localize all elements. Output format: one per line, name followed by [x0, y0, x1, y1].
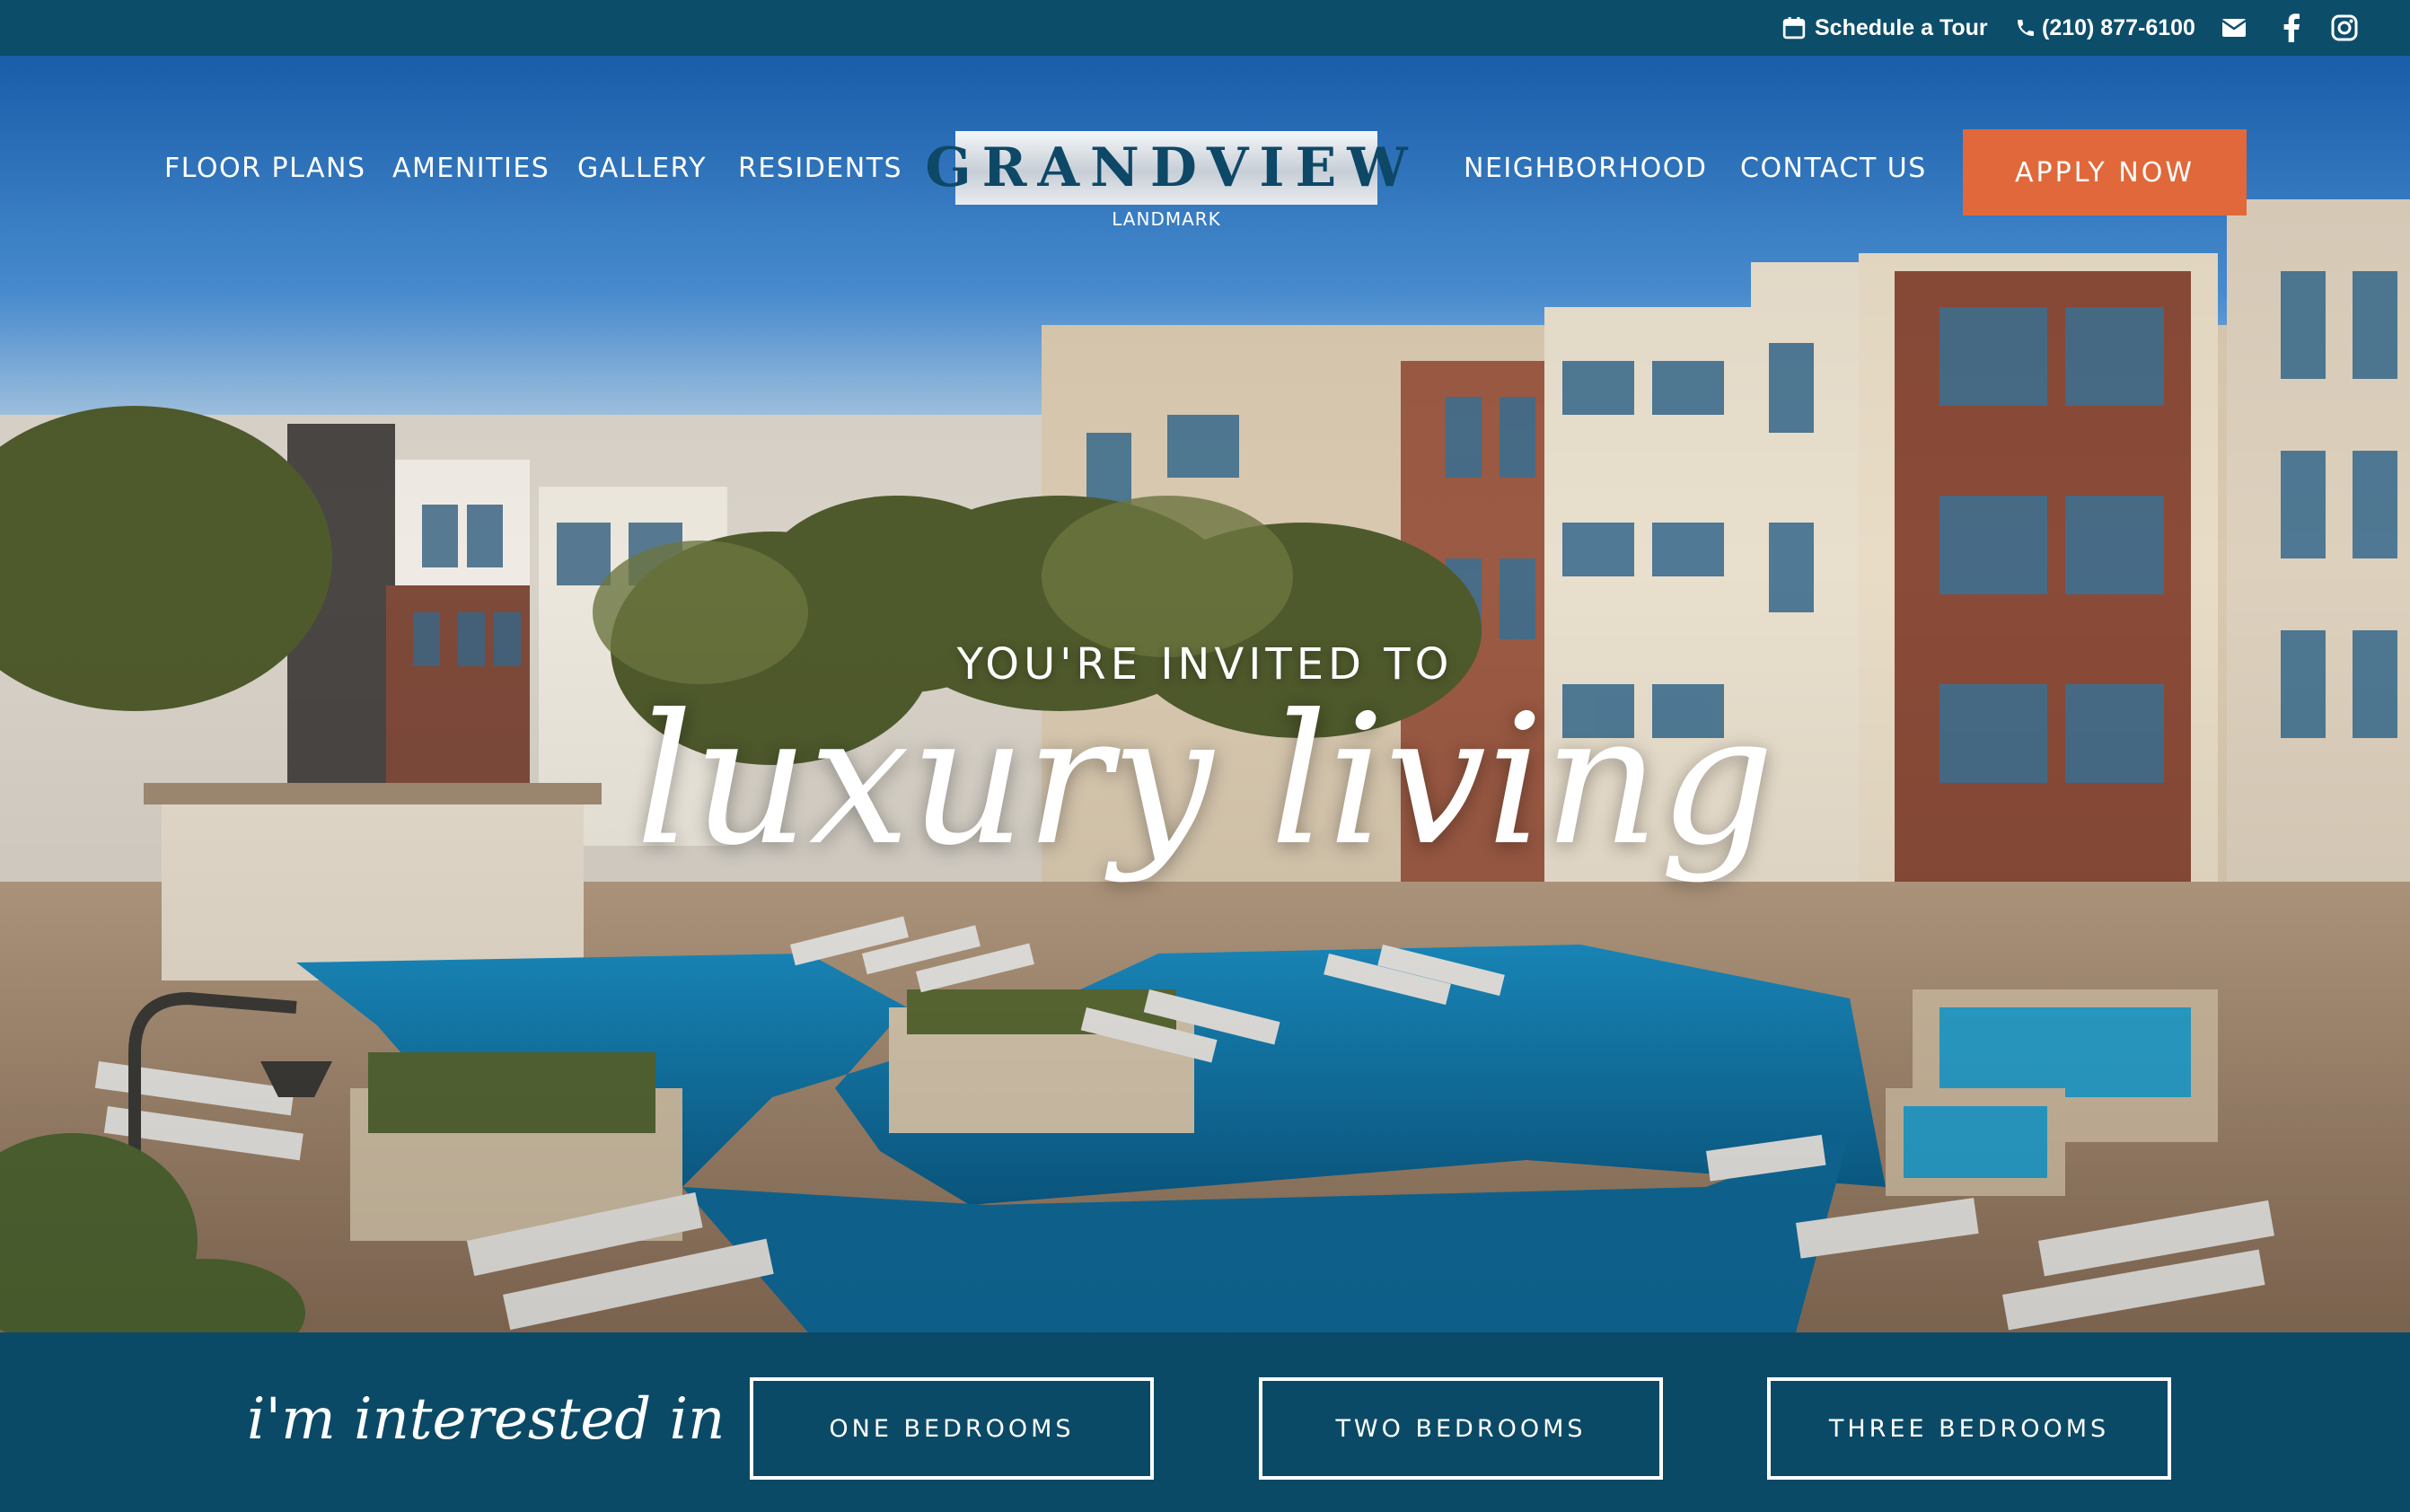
utility-bar: Schedule a Tour (210) 877-6100 [0, 0, 2410, 56]
email-link[interactable] [2221, 0, 2247, 56]
one-bedrooms-button[interactable]: ONE BEDROOMS [750, 1377, 1154, 1480]
schedule-tour-link[interactable]: Schedule a Tour [1782, 0, 1988, 56]
instagram-link[interactable] [2331, 0, 2358, 56]
calendar-icon [1782, 17, 1806, 40]
mail-icon [2221, 19, 2247, 37]
logo-subtitle: LANDMARK [1112, 208, 1221, 230]
nav-amenities[interactable]: AMENITIES [392, 153, 550, 184]
nav-gallery[interactable]: GALLERY [577, 153, 707, 184]
instagram-icon [2331, 14, 2358, 41]
schedule-tour-label: Schedule a Tour [1815, 14, 1988, 40]
site-logo[interactable]: GRANDVIEW [925, 131, 1408, 205]
phone-number: (210) 877-6100 [2042, 14, 2195, 40]
logo-wordmark: GRANDVIEW [925, 136, 1419, 199]
two-bedrooms-button[interactable]: TWO BEDROOMS [1259, 1377, 1663, 1480]
facebook-icon [2283, 13, 2300, 42]
facebook-link[interactable] [2282, 0, 2300, 56]
hero-headline: luxury living [635, 676, 1775, 885]
nav-neighborhood[interactable]: NEIGHBORHOOD [1464, 153, 1707, 184]
apply-now-button[interactable]: APPLY NOW [1963, 129, 2247, 215]
phone-link[interactable]: (210) 877-6100 [2015, 0, 2195, 56]
phone-icon [2018, 20, 2034, 36]
nav-residents[interactable]: RESIDENTS [738, 153, 902, 184]
three-bedrooms-button[interactable]: THREE BEDROOMS [1767, 1377, 2171, 1480]
interest-label: i'm interested in [247, 1386, 726, 1453]
nav-floor-plans[interactable]: FLOOR PLANS [164, 153, 366, 184]
nav-contact-us[interactable]: CONTACT US [1740, 153, 1927, 184]
interest-bar: i'm interested in ONE BEDROOMS TWO BEDRO… [0, 1332, 2410, 1512]
